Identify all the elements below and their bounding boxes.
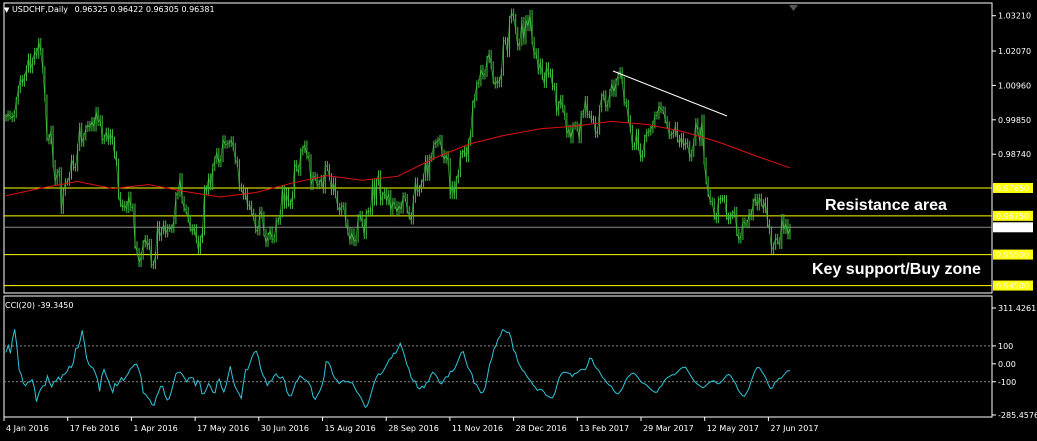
date-tick-label: 28 Dec 2016 <box>516 424 567 433</box>
price-tick-label: 1.03210 <box>998 12 1031 21</box>
cci-tick-label: 311.4261 <box>998 304 1036 313</box>
date-tick-label: 30 Jun 2016 <box>261 424 309 433</box>
chart-window: 1.03210 1.02070 1.00960 0.99850 0.98740 0.976… <box>0 0 1037 441</box>
level-price-label: 0.97650 <box>996 184 1029 193</box>
resistance-annotation: Resistance area <box>825 197 947 214</box>
cci-label: CCI(20) -39.3450 <box>5 301 74 310</box>
ohlc-values: 0.96325 0.96422 0.96305 0.96381 <box>74 5 215 14</box>
date-tick-label: 12 May 2017 <box>707 424 759 433</box>
level-price-label: 0.96750 <box>996 212 1029 221</box>
moving-average-line <box>5 120 791 198</box>
chart-header: ▼ USDCHF,Daily 0.96325 0.96422 0.96305 0… <box>4 5 215 14</box>
level-price-label: 0.95500 <box>996 251 1029 260</box>
date-tick-label: 28 Sep 2016 <box>388 424 439 433</box>
cci-line <box>5 328 790 409</box>
symbol-label: USDCHF,Daily <box>11 5 69 14</box>
cci-pane-border <box>3 295 993 418</box>
shift-marker-icon <box>789 5 798 11</box>
date-tick-label: 17 Feb 2016 <box>70 424 120 433</box>
price-tick-label: 1.00960 <box>998 81 1031 90</box>
header-dropdown-icon[interactable]: ▼ <box>4 6 9 14</box>
cci-header: CCI(20) -39.3450 <box>5 301 73 310</box>
level-price-label: 0.94500 <box>996 282 1029 291</box>
date-tick-label: 1 Apr 2016 <box>133 424 177 433</box>
price-tick-label: 0.99850 <box>998 116 1031 125</box>
price-chart: 1.03210 1.02070 1.00960 0.99850 0.98740 0.976… <box>3 2 1037 433</box>
price-tick-label: 0.98740 <box>998 150 1031 159</box>
cci-tick-label: -100 <box>998 378 1016 387</box>
date-tick-label: 4 Jan 2016 <box>6 424 49 433</box>
cci-tick-label: 100 <box>998 342 1013 351</box>
current-price-label: 0.96381 <box>996 223 1029 232</box>
date-tick-label: 27 Jun 2017 <box>770 424 818 433</box>
date-tick-label: 15 Aug 2016 <box>325 424 376 433</box>
support-annotation: Key support/Buy zone <box>812 261 981 278</box>
trendline <box>612 70 728 117</box>
date-tick-label: 13 Feb 2017 <box>579 424 629 433</box>
main-pane-border <box>3 2 993 294</box>
cci-tick-label: 0.00 <box>998 360 1016 369</box>
date-tick-label: 17 May 2016 <box>197 424 249 433</box>
date-tick-label: 11 Nov 2016 <box>452 424 503 433</box>
cci-tick-label: -285.4576 <box>998 411 1037 420</box>
price-tick-label: 1.02070 <box>998 47 1031 56</box>
date-tick-label: 29 Mar 2017 <box>643 424 694 433</box>
